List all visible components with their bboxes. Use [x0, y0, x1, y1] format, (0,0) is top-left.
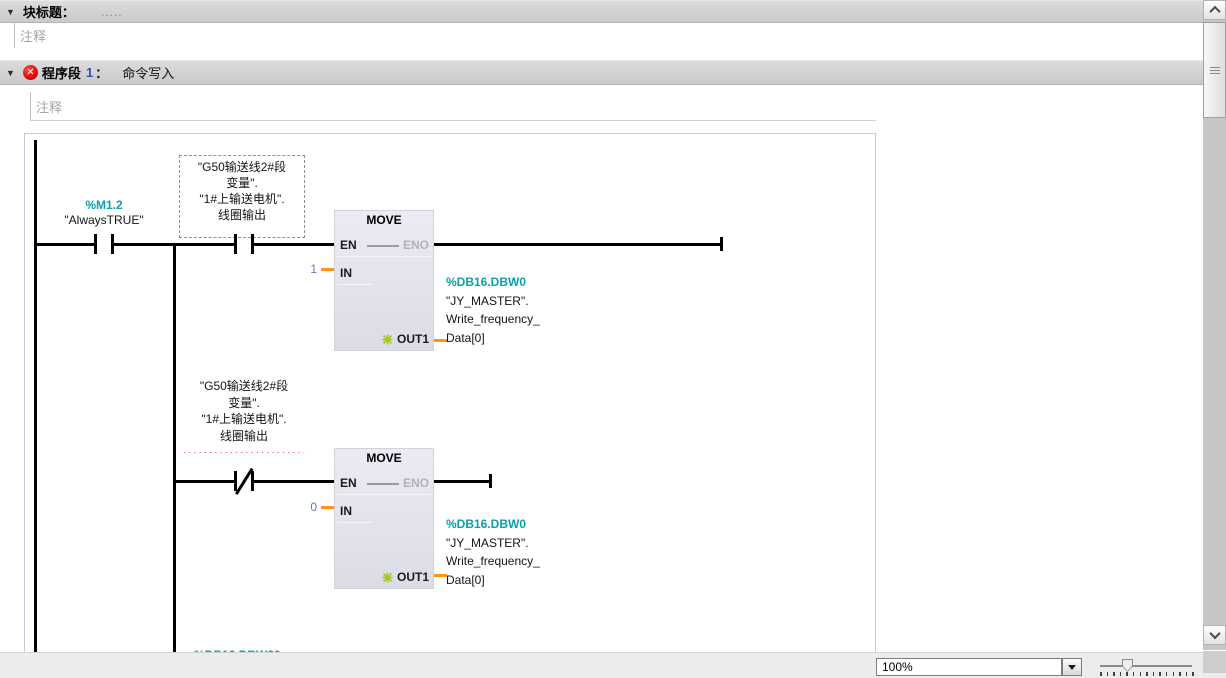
zoom-slider[interactable]: [1098, 656, 1198, 676]
operand-line: "1#上输送电机".: [179, 411, 309, 428]
collapse-icon[interactable]: ▼: [6, 68, 15, 78]
error-squiggle: [181, 231, 303, 237]
no-contact-left-bar[interactable]: [94, 234, 97, 254]
vertical-scrollbar[interactable]: [1203, 0, 1226, 650]
nc-contact-left-bar[interactable]: [234, 471, 237, 491]
en-eno-pass-wire: [367, 245, 399, 247]
operand-line: Data[0]: [446, 571, 540, 590]
in-constant[interactable]: 1: [293, 262, 317, 276]
block-comment-field[interactable]: 注释: [14, 23, 1176, 48]
collapse-icon[interactable]: ▼: [6, 7, 15, 17]
error-icon: ✕: [23, 65, 38, 80]
out1-pin: OUT1: [382, 332, 429, 346]
thumb-grip: [1210, 70, 1220, 71]
operand-address[interactable]: %DB16.DBW0: [446, 515, 540, 534]
operand-line: "1#上输送电机".: [180, 191, 304, 207]
out1-label: OUT1: [397, 570, 429, 584]
pin-separator: [337, 256, 431, 257]
error-squiggle: [182, 447, 306, 453]
block-title-bar[interactable]: ▼ 块标题： .....: [0, 0, 1203, 23]
zoom-dropdown-button[interactable]: [1062, 658, 1082, 676]
network-comment-field[interactable]: 注释: [30, 92, 876, 121]
operand-line: Write_frequency_: [446, 310, 540, 329]
in-pin: IN: [340, 266, 352, 280]
out1-pin: OUT1: [382, 570, 429, 584]
operand-line: "JY_MASTER".: [446, 292, 540, 311]
pin-separator: [337, 494, 431, 495]
scrollbar-thumb[interactable]: [1203, 22, 1226, 118]
operand-line: 线圈输出: [179, 428, 309, 445]
wire: [34, 243, 96, 246]
eno-pin: ENO: [403, 238, 429, 252]
network-label: 程序段: [42, 63, 81, 82]
operand-line: 变量".: [180, 175, 304, 191]
block-title-label: 块标题：: [23, 2, 75, 21]
zoom-level-combobox[interactable]: 100%: [876, 658, 1062, 676]
operand-line: 线圈输出: [180, 207, 304, 223]
eno-wire: [434, 480, 491, 483]
network-number: 1: [86, 65, 93, 80]
operand-line: "G50输送线2#段: [179, 378, 309, 395]
chevron-down-icon: [1209, 628, 1220, 639]
move-instruction-1[interactable]: MOVE EN ENO IN OUT1: [334, 210, 434, 351]
contact1-operand[interactable]: %M1.2 "AlwaysTRUE": [54, 198, 154, 228]
eno-pin: ENO: [403, 476, 429, 490]
network-header[interactable]: ▼ ✕ 程序段 1 ： 命令写入: [0, 60, 1203, 85]
instruction-title: MOVE: [334, 210, 434, 227]
scroll-down-button[interactable]: [1203, 625, 1226, 645]
operand-line: Write_frequency_: [446, 552, 540, 571]
operand-line: Data[0]: [446, 329, 540, 348]
power-rail: [34, 140, 37, 656]
scroll-up-button[interactable]: [1203, 0, 1226, 20]
block-title-placeholder[interactable]: .....: [101, 5, 123, 19]
thumb-grip: [1210, 73, 1220, 74]
operand-line: 变量".: [179, 395, 309, 412]
in-wire: [321, 268, 334, 271]
slider-thumb[interactable]: [1122, 659, 1133, 672]
move-instruction-2[interactable]: MOVE EN ENO IN OUT1: [334, 448, 434, 589]
out1-operand[interactable]: %DB16.DBW0 "JY_MASTER". Write_frequency_…: [446, 273, 540, 347]
annotation-star-icon: [382, 572, 393, 583]
wire-end-tick: [489, 474, 492, 488]
lad-editor: ▼ 块标题： ..... 注释 ▼ ✕ 程序段 1 ： 命令写入 注释 %M1.…: [0, 0, 1226, 678]
nc-contact-operand[interactable]: "G50输送线2#段 变量". "1#上输送电机". 线圈输出: [179, 378, 309, 444]
thumb-grip: [1210, 67, 1220, 68]
wire-end-tick: [720, 237, 723, 251]
scrollbar-corner: [1203, 651, 1226, 673]
annotation-star-icon: [382, 334, 393, 345]
slider-rail: [1100, 665, 1192, 667]
in-wire: [321, 506, 334, 509]
pin-separator: [337, 522, 372, 523]
in-constant[interactable]: 0: [293, 500, 317, 514]
en-eno-pass-wire: [367, 483, 399, 485]
out1-label: OUT1: [397, 332, 429, 346]
pin-separator: [337, 284, 372, 285]
slider-ticks: [1100, 672, 1194, 676]
wire: [254, 480, 334, 483]
operand-address[interactable]: %M1.2: [54, 198, 154, 213]
operand-line: "G50输送线2#段: [180, 159, 304, 175]
eno-wire: [434, 243, 722, 246]
en-pin: EN: [340, 238, 357, 252]
branch-rail: [173, 244, 176, 656]
operand-line: "JY_MASTER".: [446, 534, 540, 553]
wire: [176, 480, 234, 483]
en-pin: EN: [340, 476, 357, 490]
wire: [254, 243, 334, 246]
ladder-canvas[interactable]: %M1.2 "AlwaysTRUE" "G50输送线2#段 变量". "1#上输…: [24, 133, 876, 656]
status-bar: 100%: [0, 652, 1226, 678]
operand-name[interactable]: "AlwaysTRUE": [54, 213, 154, 228]
no-contact-left-bar[interactable]: [234, 234, 237, 254]
network-title[interactable]: 命令写入: [122, 63, 174, 82]
in-pin: IN: [340, 504, 352, 518]
contact2-operand-box[interactable]: "G50输送线2#段 变量". "1#上输送电机". 线圈输出: [179, 155, 305, 238]
instruction-title: MOVE: [334, 448, 434, 465]
wire: [114, 243, 234, 246]
chevron-up-icon: [1209, 6, 1220, 17]
out1-operand[interactable]: %DB16.DBW0 "JY_MASTER". Write_frequency_…: [446, 515, 540, 589]
operand-address[interactable]: %DB16.DBW0: [446, 273, 540, 292]
chevron-down-icon: [1068, 665, 1076, 670]
network-colon: ：: [95, 63, 108, 82]
